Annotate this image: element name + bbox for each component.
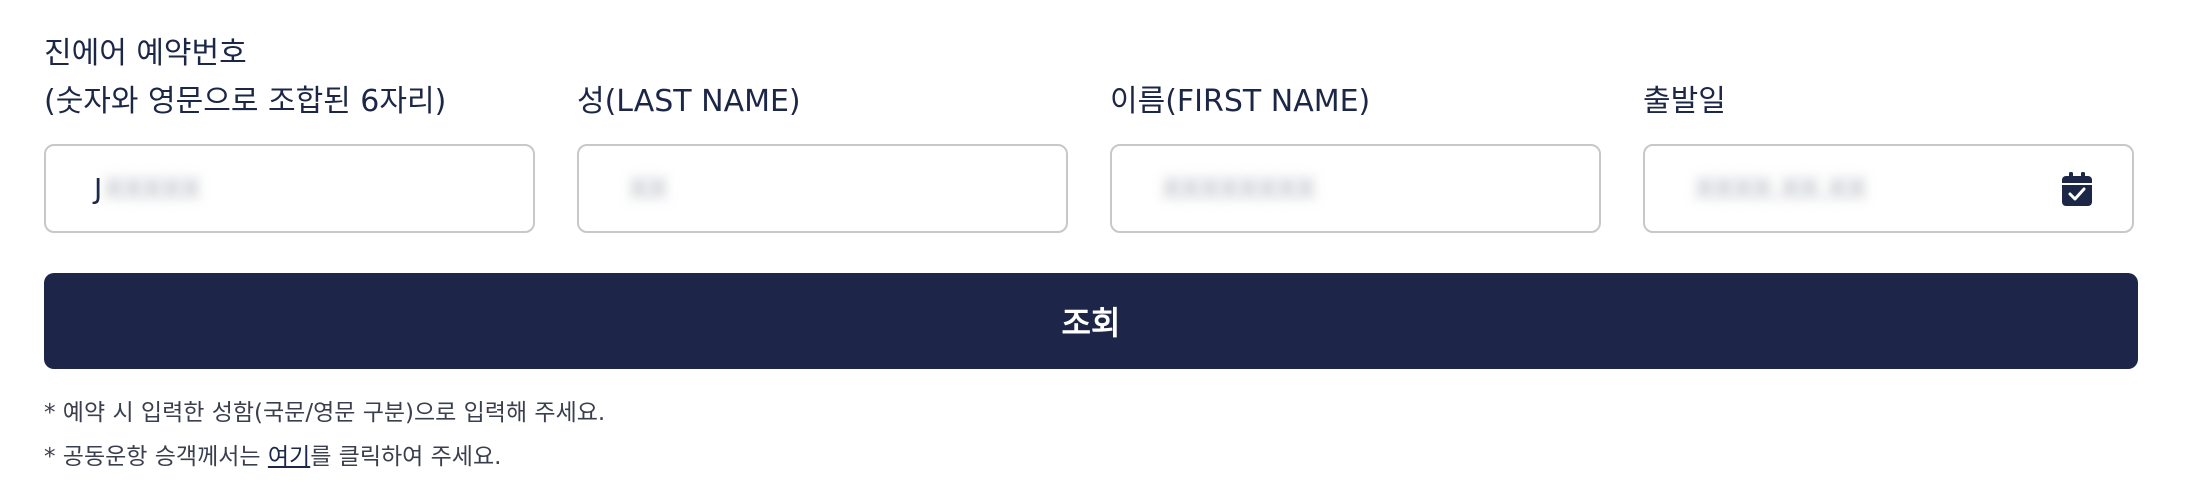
departure-date-input[interactable]: XXXX.XX.XX <box>1643 144 2134 233</box>
reservation-number-value: J <box>94 172 103 205</box>
codeshare-link[interactable]: 여기 <box>268 444 310 470</box>
note-codeshare-prefix: * 공동운항 승객께서는 <box>44 444 268 470</box>
input-fields-row: 진에어 예약번호 (숫자와 영문으로 조합된 6자리) J XXXXX 성(LAS… <box>44 30 2138 233</box>
first-name-label-text: 이름(FIRST NAME) <box>1110 84 1371 119</box>
last-name-input[interactable]: XX <box>577 144 1068 233</box>
calendar-check-icon[interactable] <box>2062 171 2092 206</box>
note-codeshare: * 공동운항 승객께서는 여기를 클릭하여 주세요. <box>44 435 2138 479</box>
departure-date-field: 출발일 XXXX.XX.XX <box>1643 78 2134 233</box>
note-name-input: * 예약 시 입력한 성함(국문/영문 구분)으로 입력해 주세요. <box>44 400 606 426</box>
last-name-obscured: XX <box>629 172 668 205</box>
note-codeshare-suffix: 를 클릭하여 주세요. <box>310 444 502 470</box>
first-name-field: 이름(FIRST NAME) XXXXXXXX <box>1110 78 1601 233</box>
notes: * 예약 시 입력한 성함(국문/영문 구분)으로 입력해 주세요. * 공동운… <box>44 391 2138 479</box>
reservation-number-input[interactable]: J XXXXX <box>44 144 535 233</box>
last-name-label: 성(LAST NAME) <box>577 78 1068 126</box>
reservation-number-label-line2: (숫자와 영문으로 조합된 6자리) <box>44 84 447 119</box>
last-name-field: 성(LAST NAME) XX <box>577 78 1068 233</box>
reservation-number-obscured: XXXXX <box>104 172 201 205</box>
last-name-label-text: 성(LAST NAME) <box>577 84 801 119</box>
departure-date-label: 출발일 <box>1643 78 2134 126</box>
departure-date-obscured: XXXX.XX.XX <box>1695 172 1867 205</box>
reservation-number-label: 진에어 예약번호 (숫자와 영문으로 조합된 6자리) <box>44 30 535 126</box>
departure-date-label-text: 출발일 <box>1643 84 1726 119</box>
first-name-obscured: XXXXXXXX <box>1162 172 1316 205</box>
reservation-number-field: 진에어 예약번호 (숫자와 영문으로 조합된 6자리) J XXXXX <box>44 30 535 233</box>
reservation-number-label-line1: 진에어 예약번호 <box>44 36 247 71</box>
reservation-lookup-form: 진에어 예약번호 (숫자와 영문으로 조합된 6자리) J XXXXX 성(LAS… <box>44 30 2138 479</box>
first-name-label: 이름(FIRST NAME) <box>1110 78 1601 126</box>
first-name-input[interactable]: XXXXXXXX <box>1110 144 1601 233</box>
search-button[interactable]: 조회 <box>44 273 2138 369</box>
